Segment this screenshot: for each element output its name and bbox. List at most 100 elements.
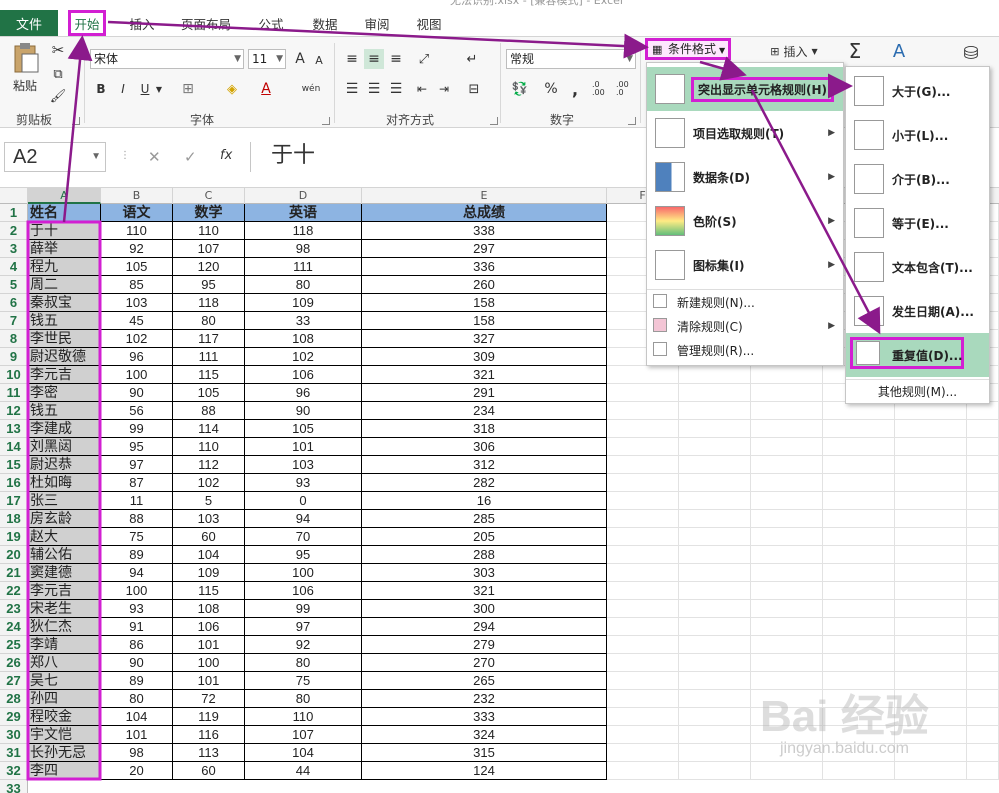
row-header[interactable]: 24 <box>0 618 28 636</box>
cell[interactable]: 108 <box>173 600 245 618</box>
empty-cell[interactable] <box>607 366 679 384</box>
cell[interactable]: 260 <box>362 276 607 294</box>
sort-filter-button[interactable]: A <box>884 39 914 63</box>
row-header[interactable]: 9 <box>0 348 28 366</box>
empty-cell[interactable] <box>679 600 751 618</box>
empty-cell[interactable] <box>895 636 967 654</box>
cell[interactable]: 秦叔宝 <box>28 294 101 312</box>
cell[interactable]: 119 <box>173 708 245 726</box>
cell[interactable]: 88 <box>101 510 173 528</box>
empty-cell[interactable] <box>967 618 999 636</box>
cell[interactable]: 98 <box>101 744 173 762</box>
menu-item-clear-rules[interactable]: 清除规则(C) ▶ <box>647 315 843 337</box>
cell[interactable]: 李元吉 <box>28 366 101 384</box>
submenu-more-rules[interactable]: 其他规则(M)... <box>846 380 989 402</box>
cell[interactable]: 297 <box>362 240 607 258</box>
cell[interactable]: 101 <box>101 726 173 744</box>
empty-cell[interactable] <box>751 456 823 474</box>
cell[interactable]: 94 <box>101 564 173 582</box>
empty-cell[interactable] <box>967 744 999 762</box>
cell[interactable]: 315 <box>362 744 607 762</box>
cell[interactable]: 李四 <box>28 762 101 780</box>
cell[interactable]: 92 <box>101 240 173 258</box>
empty-cell[interactable] <box>967 690 999 708</box>
cell[interactable]: 327 <box>362 330 607 348</box>
cell[interactable]: 114 <box>173 420 245 438</box>
cell[interactable]: 105 <box>173 384 245 402</box>
empty-cell[interactable] <box>607 474 679 492</box>
cell[interactable]: 85 <box>101 276 173 294</box>
empty-cell[interactable] <box>895 474 967 492</box>
submenu-duplicate-values[interactable]: 重复值(D)... <box>846 333 989 377</box>
align-middle-icon[interactable]: ≡ <box>364 49 384 69</box>
empty-cell[interactable] <box>679 636 751 654</box>
empty-cell[interactable] <box>823 636 895 654</box>
row-header[interactable]: 21 <box>0 564 28 582</box>
empty-cell[interactable] <box>895 762 967 780</box>
empty-cell[interactable] <box>751 528 823 546</box>
row-header[interactable]: 25 <box>0 636 28 654</box>
empty-cell[interactable] <box>967 708 999 726</box>
increase-decimal-button[interactable]: .0 .00 <box>592 79 612 99</box>
empty-cell[interactable] <box>895 546 967 564</box>
cell[interactable]: 11 <box>101 492 173 510</box>
cell[interactable]: 234 <box>362 402 607 420</box>
cell[interactable]: 324 <box>362 726 607 744</box>
grow-font-button[interactable]: A <box>292 49 308 69</box>
cell[interactable]: 英语 <box>245 204 362 222</box>
menu-item-highlight-cells-rules[interactable]: 突出显示单元格规则(H) ▶ <box>647 67 843 111</box>
cell[interactable]: 0 <box>245 492 362 510</box>
cell[interactable]: 101 <box>173 636 245 654</box>
cell[interactable]: 110 <box>101 222 173 240</box>
tab-file[interactable]: 文件 <box>0 10 58 36</box>
cell[interactable]: 318 <box>362 420 607 438</box>
empty-cell[interactable] <box>679 510 751 528</box>
empty-cell[interactable] <box>751 762 823 780</box>
menu-item-color-scales[interactable]: 色阶(S) ▶ <box>647 199 843 243</box>
submenu-text-contains[interactable]: 文本包含(T)... <box>846 245 989 289</box>
row-header[interactable]: 2 <box>0 222 28 240</box>
empty-cell[interactable] <box>751 636 823 654</box>
empty-cell[interactable] <box>823 600 895 618</box>
empty-cell[interactable] <box>607 510 679 528</box>
row-header[interactable]: 20 <box>0 546 28 564</box>
cell[interactable]: 288 <box>362 546 607 564</box>
cell[interactable]: 80 <box>101 690 173 708</box>
cell[interactable]: 姓名 <box>28 204 101 222</box>
empty-cell[interactable] <box>823 762 895 780</box>
cell[interactable]: 钱五 <box>28 402 101 420</box>
cell[interactable]: 110 <box>173 222 245 240</box>
empty-cell[interactable] <box>751 654 823 672</box>
align-right-icon[interactable]: ☰ <box>386 79 406 99</box>
empty-cell[interactable] <box>895 654 967 672</box>
cell[interactable]: 刘黑闼 <box>28 438 101 456</box>
tab-page-layout[interactable]: 页面布局 <box>176 10 236 36</box>
cell[interactable]: 265 <box>362 672 607 690</box>
cell[interactable]: 16 <box>362 492 607 510</box>
empty-cell[interactable] <box>967 474 999 492</box>
paste-button[interactable]: 粘贴 <box>8 77 42 93</box>
cell[interactable]: 93 <box>101 600 173 618</box>
name-box[interactable]: A2 ▼ <box>4 142 106 172</box>
italic-button[interactable]: I <box>114 79 132 99</box>
cell[interactable]: 108 <box>245 330 362 348</box>
row-header[interactable]: 19 <box>0 528 28 546</box>
cell[interactable]: 117 <box>173 330 245 348</box>
cell[interactable]: 270 <box>362 654 607 672</box>
empty-cell[interactable] <box>679 726 751 744</box>
empty-cell[interactable] <box>967 438 999 456</box>
cell[interactable]: 111 <box>173 348 245 366</box>
cell[interactable]: 96 <box>101 348 173 366</box>
empty-cell[interactable] <box>967 726 999 744</box>
empty-cell[interactable] <box>751 600 823 618</box>
cell[interactable]: 294 <box>362 618 607 636</box>
cell[interactable]: 102 <box>101 330 173 348</box>
empty-cell[interactable] <box>895 456 967 474</box>
empty-cell[interactable] <box>679 672 751 690</box>
cell[interactable]: 100 <box>101 582 173 600</box>
empty-cell[interactable] <box>823 564 895 582</box>
row-header[interactable]: 12 <box>0 402 28 420</box>
row-header[interactable]: 33 <box>0 780 28 793</box>
empty-cell[interactable] <box>895 420 967 438</box>
tab-view[interactable]: 视图 <box>410 10 448 36</box>
